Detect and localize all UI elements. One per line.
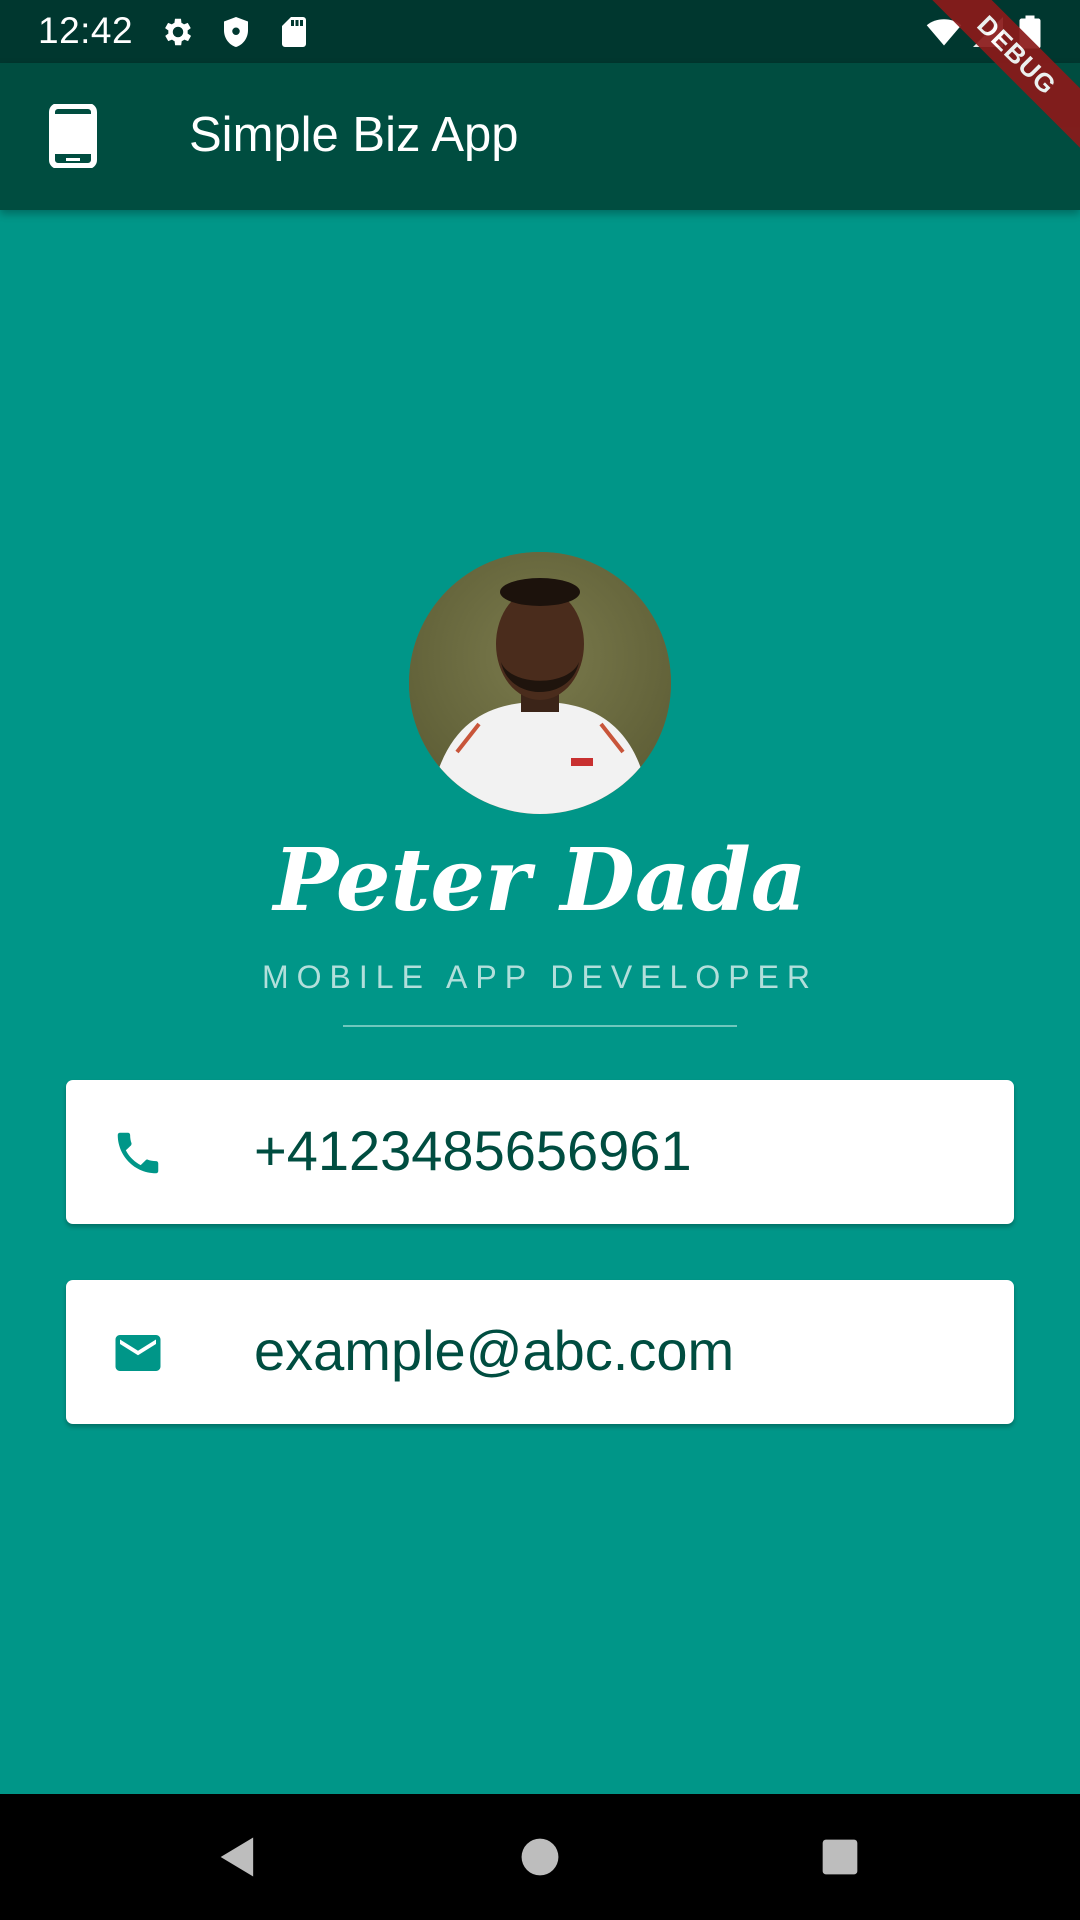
avatar-photo xyxy=(409,552,671,814)
email-address: example@abc.com xyxy=(254,1319,735,1382)
shield-icon xyxy=(224,17,248,47)
sd-card-icon xyxy=(282,17,306,47)
app-title: Simple Biz App xyxy=(189,108,519,162)
profile-name: Peter Dada xyxy=(273,830,807,931)
smartphone-icon xyxy=(49,104,97,168)
home-icon[interactable] xyxy=(514,1831,566,1883)
screen: 12:42 DEBUG Simple Biz App Peter Dada MO… xyxy=(0,0,1080,1920)
back-icon[interactable] xyxy=(212,1831,264,1883)
phone-number: +4123485656961 xyxy=(254,1119,692,1182)
status-bar: 12:42 xyxy=(0,0,1080,63)
profile-role: MOBILE APP DEVELOPER xyxy=(261,959,818,995)
phone-card[interactable]: +4123485656961 xyxy=(66,1080,1014,1224)
email-card[interactable]: example@abc.com xyxy=(66,1280,1014,1424)
app-bar: Simple Biz App xyxy=(0,63,1080,210)
nav-bar xyxy=(0,1794,1080,1920)
status-time: 12:42 xyxy=(38,10,134,51)
mail-icon xyxy=(115,1335,161,1371)
gear-icon xyxy=(165,18,192,46)
phone-icon xyxy=(117,1132,159,1174)
avatar xyxy=(409,552,671,814)
divider xyxy=(343,1025,737,1027)
recents-icon[interactable] xyxy=(814,1831,866,1883)
